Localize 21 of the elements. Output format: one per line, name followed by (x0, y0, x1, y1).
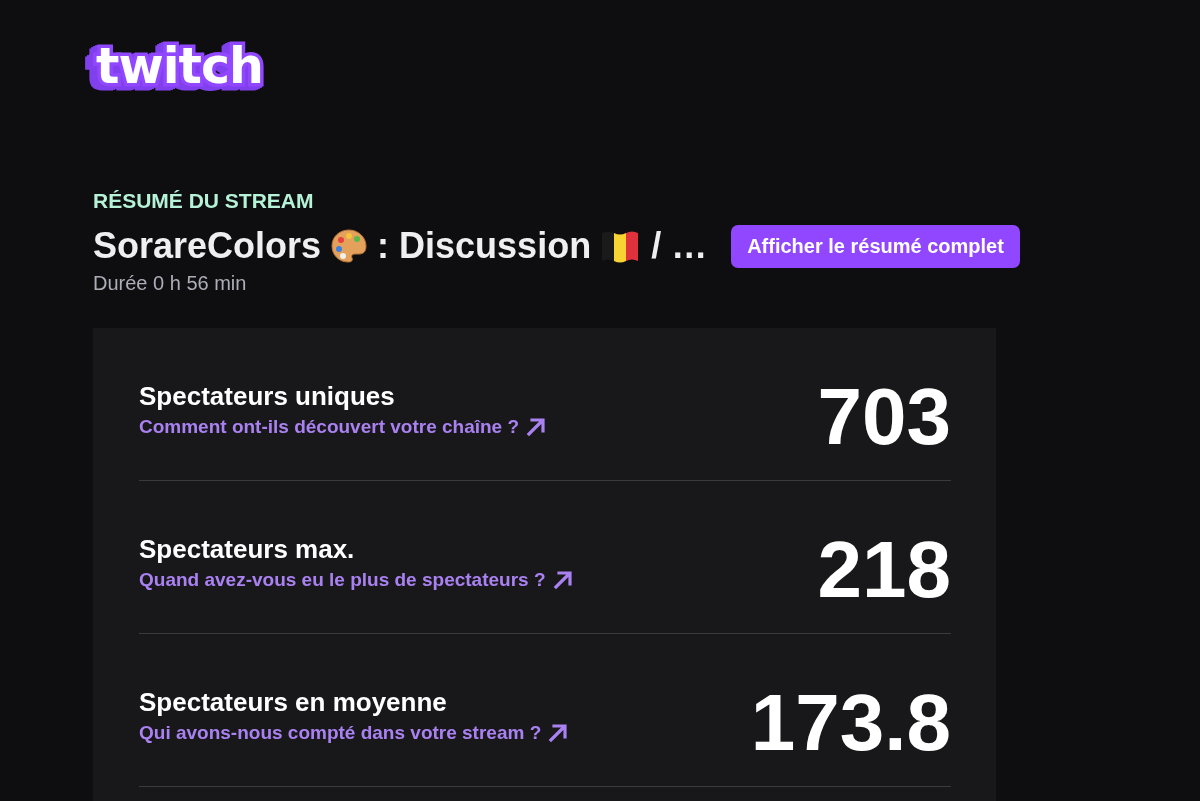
stream-title-text: / … (651, 224, 708, 268)
full-summary-button[interactable]: Afficher le résumé complet (731, 224, 1020, 268)
arrow-up-right-icon (548, 723, 569, 743)
section-heading: RÉSUMÉ DU STREAM (93, 189, 314, 213)
stat-link[interactable]: Comment ont-ils découvert votre chaîne ? (139, 416, 547, 438)
stat-link[interactable]: Qui avons-nous compté dans votre stream ? (139, 722, 569, 744)
stream-duration: Durée 0 h 56 min (93, 271, 247, 295)
stat-link[interactable]: Quand avez-vous eu le plus de spectateurs ? (139, 569, 573, 591)
stat-label: Spectateurs uniques (139, 381, 395, 411)
stat-label: Spectateurs en moyenne (139, 687, 447, 717)
stat-label: Spectateurs max. (139, 534, 355, 564)
logo: twitch (85, 38, 273, 100)
stream-title-text: : Discussion (377, 224, 592, 268)
palette-icon (331, 229, 368, 263)
stat-value: 703 (817, 377, 951, 457)
stat-value: 173.8 (750, 683, 951, 763)
stat-value: 218 (817, 530, 951, 610)
arrow-up-right-icon (552, 570, 573, 590)
stream-title-text: SorareColors (93, 224, 322, 268)
arrow-up-right-icon (526, 417, 547, 437)
flag-icon (601, 229, 640, 263)
